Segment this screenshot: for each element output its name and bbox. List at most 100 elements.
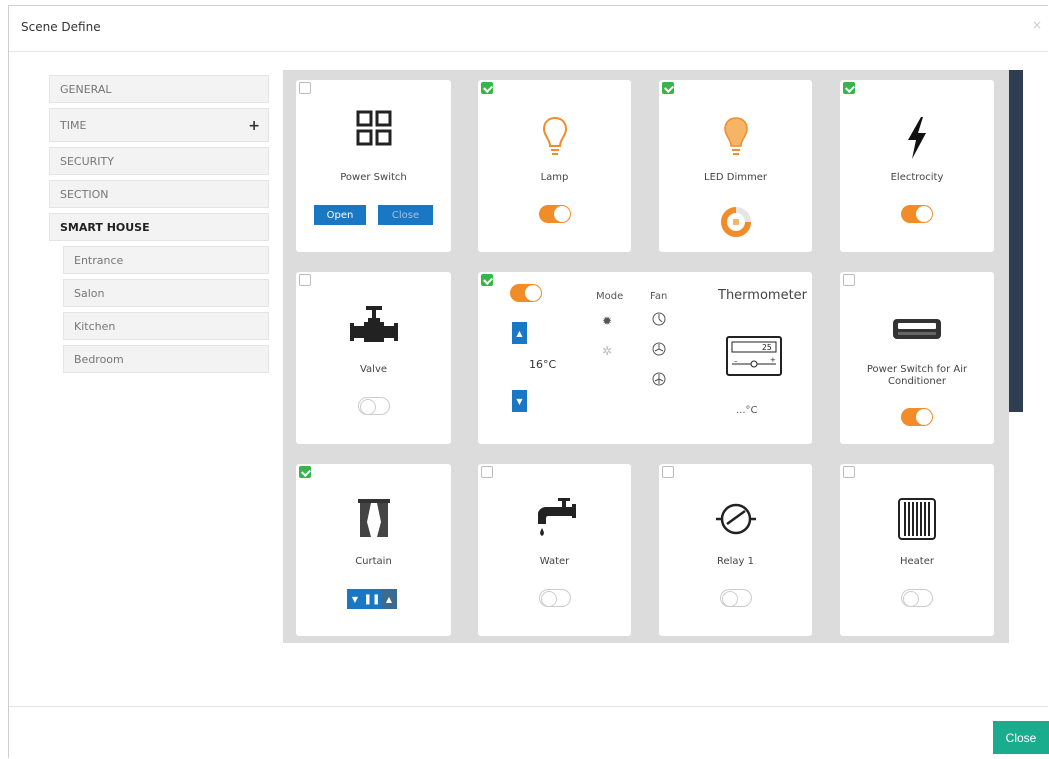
close-icon[interactable]: × xyxy=(1032,18,1042,32)
thermostat-display: 25 xyxy=(762,343,772,352)
device-label: Relay 1 xyxy=(716,556,755,567)
device-card-water: Water xyxy=(478,464,631,636)
radiator-icon xyxy=(898,498,936,540)
device-card-electricity: Electrocity xyxy=(840,80,994,252)
sidebar-item-label: Entrance xyxy=(74,254,124,267)
curtain-checkbox[interactable] xyxy=(299,466,311,478)
device-card-thermostat: ▲ 16°C ▼ Mode ✹ ✲ Fan Thermometer – + 25… xyxy=(478,272,812,444)
device-card-led-dimmer: LED Dimmer xyxy=(659,80,812,252)
svg-text:–: – xyxy=(734,357,738,365)
electricity-toggle[interactable] xyxy=(901,205,933,223)
fan-label: Fan xyxy=(650,291,668,302)
sidebar-item-time[interactable]: TIME + xyxy=(49,108,269,142)
thermostat-toggle[interactable] xyxy=(510,284,542,302)
sidebar-item-general[interactable]: GENERAL xyxy=(49,75,269,103)
temp-down-button[interactable]: ▼ xyxy=(512,390,527,412)
sidebar-item-entrance[interactable]: Entrance xyxy=(63,246,269,274)
dimmer-knob-icon[interactable] xyxy=(720,206,752,238)
device-card-relay: Relay 1 xyxy=(659,464,812,636)
thermostat-checkbox[interactable] xyxy=(481,274,493,286)
heater-toggle[interactable] xyxy=(901,589,933,607)
device-panel: Power Switch Open Close Lamp LED Dimmer xyxy=(283,70,1009,643)
sidebar-item-label: SMART HOUSE xyxy=(60,221,150,234)
sidebar-item-label: SECURITY xyxy=(60,155,114,168)
thermostat-device-icon: – + 25 xyxy=(726,336,782,376)
air-conditioner-checkbox[interactable] xyxy=(843,274,855,286)
water-toggle[interactable] xyxy=(538,589,571,607)
faucet-icon xyxy=(537,498,576,536)
smart-house-subitems: Entrance Salon Kitchen Bedroom xyxy=(63,246,269,373)
close-button[interactable]: Close xyxy=(993,721,1049,754)
valve-icon xyxy=(349,306,398,342)
valve-checkbox[interactable] xyxy=(299,274,311,286)
device-label: Power Switch xyxy=(340,172,407,183)
lightning-icon xyxy=(908,117,926,159)
grid-icon xyxy=(356,110,391,146)
device-label: Lamp xyxy=(540,172,569,183)
sun-icon[interactable]: ✹ xyxy=(602,314,612,328)
snowflake-icon[interactable]: ✲ xyxy=(602,344,612,358)
fan-low-icon[interactable] xyxy=(652,312,666,326)
air-conditioner-toggle[interactable] xyxy=(901,408,933,426)
thermometer-title: Thermometer xyxy=(718,288,808,303)
valve-toggle[interactable] xyxy=(357,397,390,415)
sidebar-item-kitchen[interactable]: Kitchen xyxy=(63,312,269,340)
modal-footer: Close xyxy=(9,706,1049,759)
open-button[interactable]: Open xyxy=(314,205,366,225)
device-label: Water xyxy=(539,556,570,567)
device-label: Electrocity xyxy=(890,172,944,183)
curtain-icon xyxy=(357,499,390,537)
device-label: Curtain xyxy=(355,556,392,567)
device-label: Valve xyxy=(359,364,388,375)
mode-label: Mode xyxy=(596,291,624,302)
thermometer-reading: ...°C xyxy=(736,405,758,416)
panel-scrollbar[interactable] xyxy=(1009,70,1023,412)
plus-icon[interactable]: + xyxy=(248,118,260,134)
air-conditioner-icon xyxy=(893,319,941,339)
scene-define-modal: Scene Define × GENERAL TIME + SECURITY SE… xyxy=(8,5,1049,759)
modal-title: Scene Define xyxy=(21,20,101,34)
device-card-curtain: Curtain ▼ ❚❚ ▲ xyxy=(296,464,451,636)
electricity-checkbox[interactable] xyxy=(843,82,855,94)
svg-text:+: + xyxy=(770,356,776,364)
curtain-down-button[interactable]: ▼ xyxy=(347,589,363,609)
sidebar-item-section[interactable]: SECTION xyxy=(49,180,269,208)
sidebar: GENERAL TIME + SECURITY SECTION SMART HOU… xyxy=(49,75,269,378)
sidebar-item-label: Bedroom xyxy=(74,353,124,366)
relay-icon xyxy=(715,503,756,535)
device-card-heater: Heater xyxy=(840,464,994,636)
lamp-checkbox[interactable] xyxy=(481,82,493,94)
device-label: Power Switch for Air Conditioner xyxy=(866,364,968,387)
device-card-valve: Valve xyxy=(296,272,451,444)
sidebar-item-label: GENERAL xyxy=(60,83,112,96)
device-card-power-switch: Power Switch Open Close xyxy=(296,80,451,252)
device-card-air-conditioner: Power Switch for Air Conditioner xyxy=(840,272,994,444)
lamp-toggle[interactable] xyxy=(538,205,571,223)
modal-header: Scene Define × xyxy=(9,6,1048,52)
curtain-pause-button[interactable]: ❚❚ xyxy=(363,589,381,609)
fan-medium-icon[interactable] xyxy=(652,342,666,356)
lightbulb-filled-icon xyxy=(723,117,748,155)
relay-toggle[interactable] xyxy=(719,589,752,607)
device-label: Heater xyxy=(900,556,934,567)
relay-checkbox[interactable] xyxy=(662,466,674,478)
sidebar-item-salon[interactable]: Salon xyxy=(63,279,269,307)
curtain-up-button[interactable]: ▲ xyxy=(381,589,397,609)
water-checkbox[interactable] xyxy=(481,466,493,478)
thermostat-temp: 16°C xyxy=(529,358,557,371)
fan-high-icon[interactable] xyxy=(652,372,666,386)
temp-up-button[interactable]: ▲ xyxy=(512,322,527,344)
sidebar-item-security[interactable]: SECURITY xyxy=(49,147,269,175)
sidebar-item-bedroom[interactable]: Bedroom xyxy=(63,345,269,373)
device-label: LED Dimmer xyxy=(704,172,767,183)
lightbulb-icon xyxy=(542,116,567,155)
heater-checkbox[interactable] xyxy=(843,466,855,478)
sidebar-item-smart-house[interactable]: SMART HOUSE xyxy=(49,213,269,241)
power-switch-checkbox[interactable] xyxy=(299,82,311,94)
sidebar-item-label: Salon xyxy=(74,287,105,300)
sidebar-item-label: TIME xyxy=(60,119,87,132)
device-card-lamp: Lamp xyxy=(478,80,631,252)
close-device-button[interactable]: Close xyxy=(378,205,433,225)
led-dimmer-checkbox[interactable] xyxy=(662,82,674,94)
sidebar-item-label: Kitchen xyxy=(74,320,116,333)
